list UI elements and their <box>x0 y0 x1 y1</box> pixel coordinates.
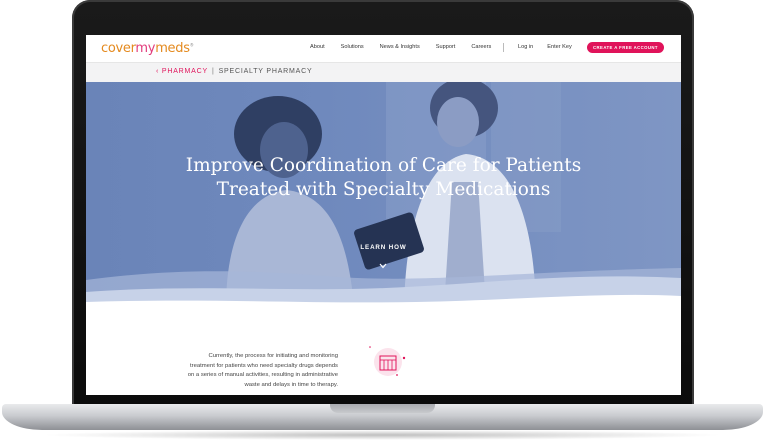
hero-title: Improve Coordination of Care for Patient… <box>86 154 681 202</box>
enter-key-link[interactable]: Enter Key <box>547 44 572 50</box>
nav-careers[interactable]: Careers <box>471 44 491 50</box>
intro-paragraph: Currently, the process for initiating an… <box>146 352 338 390</box>
intro-line-3: on a series of manual activities, result… <box>187 372 338 379</box>
logo-meds: meds <box>155 41 190 56</box>
nav-support[interactable]: Support <box>436 44 456 50</box>
logo-cover: cover <box>101 41 136 56</box>
nav-solutions[interactable]: Solutions <box>341 44 364 50</box>
hero-wave-divider <box>86 268 681 308</box>
nav-divider <box>503 43 504 52</box>
pharmacy-building-icon <box>369 346 406 376</box>
create-account-button[interactable]: CREATE A FREE ACCOUNT <box>587 42 664 53</box>
hero-title-line-2: Treated with Specialty Medications <box>216 179 551 200</box>
top-navigation: covermymeds® About Solutions News & Insi… <box>86 35 681 62</box>
breadcrumb-pharmacy-link[interactable]: ‹ PHARMACY <box>156 68 208 75</box>
breadcrumb-bar: ‹ PHARMACY | SPECIALTY PHARMACY <box>86 62 681 83</box>
covermymeds-logo[interactable]: covermymeds® <box>101 41 194 56</box>
laptop-shadow <box>40 430 725 440</box>
main-nav-links: About Solutions News & Insights Support … <box>310 44 507 50</box>
learn-how-link[interactable]: LEARN HOW <box>86 244 681 251</box>
nav-news-insights[interactable]: News & Insights <box>380 44 420 50</box>
intro-line-4: waste and delays in time to therapy. <box>244 381 338 388</box>
intro-line-2: treatment for patients who need specialt… <box>189 362 338 369</box>
laptop-notch <box>330 404 435 413</box>
nav-about[interactable]: About <box>310 44 325 50</box>
hero-banner: Improve Coordination of Care for Patient… <box>86 82 681 308</box>
breadcrumb-separator: | <box>211 68 215 75</box>
breadcrumb-current: SPECIALTY PHARMACY <box>218 68 313 75</box>
login-link[interactable]: Log in <box>518 44 533 50</box>
nav-account-links: Log in Enter Key <box>518 44 586 50</box>
logo-my: my <box>135 41 156 56</box>
breadcrumb: ‹ PHARMACY | SPECIALTY PHARMACY <box>156 68 312 75</box>
intro-line-1: Currently, the process for initiating an… <box>208 353 338 359</box>
hero-title-line-1: Improve Coordination of Care for Patient… <box>185 155 582 176</box>
laptop-screen: covermymeds® About Solutions News & Insi… <box>86 35 681 395</box>
intro-section: Currently, the process for initiating an… <box>86 308 681 395</box>
